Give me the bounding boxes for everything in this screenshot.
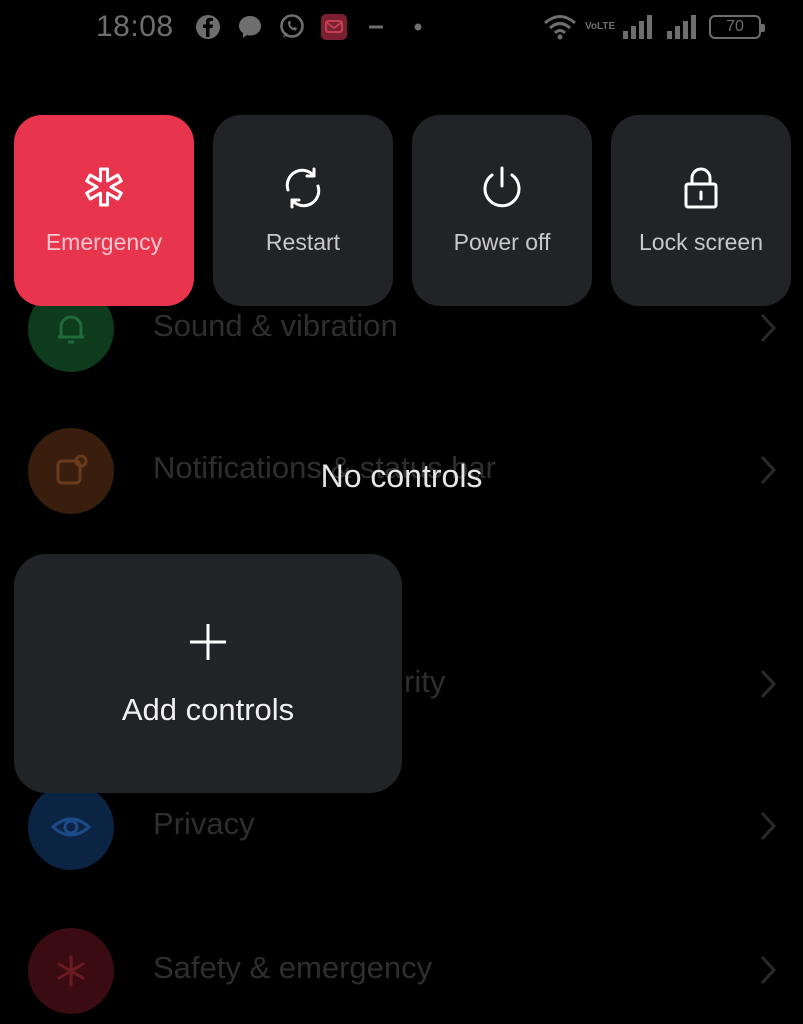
wifi-icon (544, 15, 576, 40)
plus-icon (190, 624, 226, 660)
privacy-eye-icon (28, 784, 114, 870)
notification-icons (194, 12, 432, 42)
whatsapp-icon (280, 14, 304, 38)
lock-icon (684, 167, 718, 209)
dot-icon (414, 23, 422, 31)
battery-level: 70 (726, 18, 744, 35)
settings-label: Privacy (153, 806, 255, 841)
power-menu-screen: Sound & vibration Notifications & status… (0, 0, 803, 1024)
chevron-right-icon (760, 669, 777, 699)
settings-row-safety: Safety & emergency (0, 910, 803, 1024)
restart-button[interactable]: Restart (213, 115, 393, 306)
settings-label: rity (404, 664, 446, 699)
status-time: 18:08 (96, 10, 174, 43)
lock-screen-button[interactable]: Lock screen (611, 115, 791, 306)
emergency-button[interactable]: Emergency (14, 115, 194, 306)
restart-icon (285, 167, 321, 209)
messenger-icon (239, 16, 261, 38)
add-controls-label: Add controls (121, 692, 295, 727)
signal-icon (667, 15, 696, 39)
power-icon (483, 166, 521, 208)
no-controls-text: No controls (320, 458, 483, 494)
power-off-label: Power off (453, 229, 551, 255)
restart-label: Restart (265, 229, 341, 255)
mail-app-icon (321, 14, 347, 40)
add-controls-button[interactable]: Add controls (14, 554, 402, 793)
facebook-icon (196, 15, 220, 39)
chevron-right-icon (760, 313, 777, 343)
emergency-label: Emergency (45, 229, 163, 255)
minus-icon (369, 25, 383, 29)
asterisk-icon (28, 928, 114, 1014)
status-bar: 18:08 VoLTE 70 (0, 0, 803, 56)
system-status-icons: VoLTE 70 (543, 10, 765, 44)
power-off-button[interactable]: Power off (412, 115, 592, 306)
settings-label: Safety & emergency (153, 950, 433, 985)
asterisk-icon (85, 167, 123, 207)
signal-icon (623, 15, 652, 39)
volte-badge: VoLTE (585, 21, 616, 32)
chevron-right-icon (760, 811, 777, 841)
battery-indicator: 70 (709, 15, 765, 39)
settings-label: Sound & vibration (153, 308, 398, 343)
chevron-right-icon (760, 955, 777, 985)
lock-screen-label: Lock screen (638, 229, 763, 255)
